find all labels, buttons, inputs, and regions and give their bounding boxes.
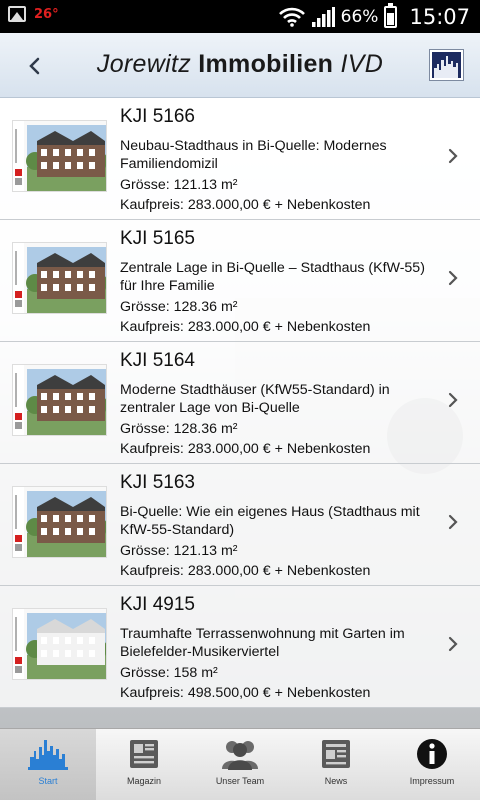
tab-start[interactable]: Start (0, 729, 96, 800)
listing-price: Kaufpreis: 283.000,00 € + Nebenkosten (120, 563, 371, 579)
tab-news[interactable]: News (288, 729, 384, 800)
app-header: Jorewitz Immobilien IVD (0, 33, 480, 98)
tab-label-impressum: Impressum (409, 776, 455, 786)
property-thumbnail (12, 364, 107, 436)
tab-label-start: Start (38, 776, 58, 786)
title-part-jorewitz: Jorewitz (96, 50, 192, 78)
status-bar: 26° 66% 15:07 (0, 0, 480, 33)
listing-price: Kaufpreis: 283.000,00 € + Nebenkosten (120, 441, 371, 457)
tab-label-unser-team: Unser Team (215, 776, 265, 786)
app-title: Jorewitz Immobilien IVD (0, 50, 480, 79)
property-thumbnail (12, 120, 107, 192)
battery-icon (384, 3, 398, 28)
skyline-logo-icon (432, 52, 461, 78)
wifi-icon (278, 7, 305, 27)
listing-price: Kaufpreis: 283.000,00 € + Nebenkosten (120, 319, 371, 335)
clock: 15:07 (409, 5, 470, 29)
listing-title: Traumhafte Terrassenwohnung mit Garten i… (120, 626, 405, 660)
listing-title: Zentrale Lage in Bi-Quelle – Stadthaus (… (120, 260, 425, 294)
listing-price: Kaufpreis: 498.500,00 € + Nebenkosten (120, 685, 371, 701)
property-thumbnail (12, 486, 107, 558)
signal-strength-icon (311, 7, 335, 27)
listing-title: Bi-Quelle: Wie ein eigenes Haus (Stadtha… (120, 504, 420, 538)
tab-impressum[interactable]: Impressum (384, 729, 480, 800)
tab-bar: Start Magazin Unser Team News Impressum (0, 728, 480, 800)
news-icon (322, 740, 350, 768)
tab-unser-team[interactable]: Unser Team (192, 729, 288, 800)
property-thumbnail (12, 608, 107, 680)
listing-row[interactable]: KJI 5165 Zentrale Lage in Bi-Quelle – Sta… (0, 220, 480, 342)
listing-id: KJI 5164 (120, 350, 195, 371)
tab-magazin[interactable]: Magazin (96, 729, 192, 800)
newspaper-icon (130, 740, 158, 768)
chevron-right-icon (448, 514, 458, 530)
listing-row[interactable]: KJI 5163 Bi-Quelle: Wie ein eigenes Haus … (0, 464, 480, 586)
title-part-immobilien: Immobilien (198, 50, 334, 78)
listing-id: KJI 5163 (120, 472, 195, 493)
listing-size: Grösse: 121.13 m² (120, 543, 238, 559)
listing-id: KJI 5166 (120, 106, 195, 127)
listing-list[interactable]: KJI 5166 Neubau-Stadthaus in Bi-Quelle: M… (0, 98, 480, 728)
property-thumbnail (12, 242, 107, 314)
status-bar-left: 26° (8, 6, 59, 22)
team-icon (222, 741, 258, 770)
listing-size: Grösse: 128.36 m² (120, 421, 238, 437)
info-icon (417, 739, 447, 769)
chevron-right-icon (448, 392, 458, 408)
chevron-right-icon (448, 636, 458, 652)
battery-fill (387, 13, 395, 25)
listing-id: KJI 4915 (120, 594, 195, 615)
listing-row[interactable]: KJI 5164 Moderne Stadthäuser (KfW55-Stand… (0, 342, 480, 464)
tab-label-news: News (324, 776, 348, 786)
listing-row[interactable]: KJI 4915 Traumhafte Terrassenwohnung mit … (0, 586, 480, 708)
listing-title: Neubau-Stadthaus in Bi-Quelle: Modernes … (120, 138, 387, 172)
listing-title: Moderne Stadthäuser (KfW55-Standard) in … (120, 382, 390, 416)
tab-label-magazin: Magazin (126, 776, 162, 786)
temperature-indicator: 26° (34, 6, 59, 22)
skyline-icon (28, 740, 68, 770)
listing-size: Grösse: 158 m² (120, 665, 218, 681)
title-part-ivd: IVD (340, 50, 384, 78)
chevron-right-icon (448, 148, 458, 164)
image-notification-icon (8, 6, 26, 22)
chevron-right-icon (448, 270, 458, 286)
listing-price: Kaufpreis: 283.000,00 € + Nebenkosten (120, 197, 371, 213)
battery-percentage: 66% (340, 7, 379, 27)
listing-id: KJI 5165 (120, 228, 195, 249)
listing-size: Grösse: 121.13 m² (120, 177, 238, 193)
status-bar-right: 66% 15:07 (278, 3, 470, 30)
city-skyline-logo[interactable] (430, 50, 463, 80)
listing-row[interactable]: KJI 5166 Neubau-Stadthaus in Bi-Quelle: M… (0, 98, 480, 220)
listing-size: Grösse: 128.36 m² (120, 299, 238, 315)
